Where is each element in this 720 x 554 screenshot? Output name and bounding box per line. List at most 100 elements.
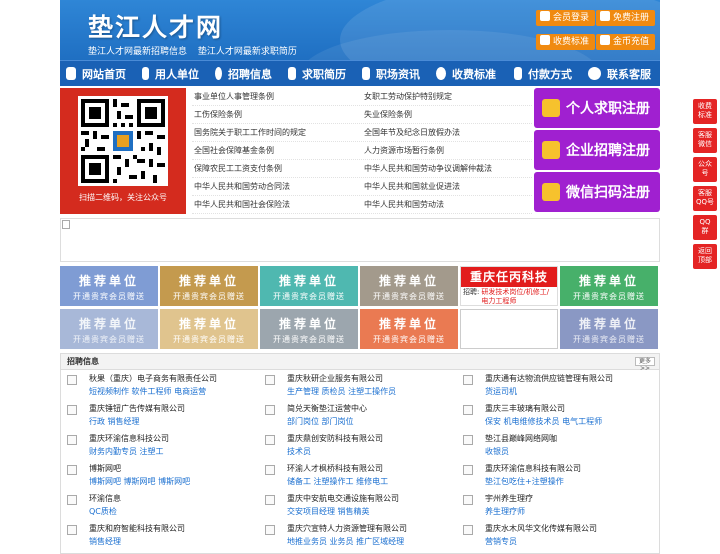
policy-link[interactable]: 女职工劳动保护特别规定 bbox=[362, 91, 532, 102]
policy-link[interactable]: 人力资源市场暂行条例 bbox=[362, 145, 532, 156]
recommended-slot[interactable]: 推荐单位 开通贵宾会员赠送 bbox=[360, 266, 458, 306]
job-listing-item[interactable]: 秋果（重庆）电子商务有限责任公司 短视频制作 软件工程师 电商运营 bbox=[65, 373, 263, 403]
policy-link[interactable]: 中华人民共和国社会保险法 bbox=[192, 199, 362, 210]
job-positions[interactable]: 货运司机 bbox=[485, 386, 659, 397]
job-positions[interactable]: 储备工 注塑操作工 维修电工 bbox=[287, 476, 461, 487]
tagline-latest-jobs[interactable]: 垫江人才网最新招聘信息 bbox=[88, 47, 187, 57]
empty-ad-slot[interactable] bbox=[460, 309, 558, 349]
company-name[interactable]: 秋果（重庆）电子商务有限责任公司 bbox=[89, 373, 263, 384]
nav-home[interactable]: 网站首页 bbox=[60, 61, 132, 87]
sidebar-button[interactable]: 返回 顶部 bbox=[693, 244, 717, 269]
job-positions[interactable]: 收银员 bbox=[485, 446, 659, 457]
job-listing-item[interactable]: 重庆环渝信息科技公司 财务内勤专员 注塑工 bbox=[65, 433, 263, 463]
job-listing-item[interactable]: 重庆秋研企业服务有限公司 生产管理 质检员 注塑工操作员 bbox=[263, 373, 461, 403]
policy-link[interactable]: 中华人民共和国就业促进法 bbox=[362, 181, 532, 192]
policy-link[interactable]: 中华人民共和国劳动争议调解仲裁法 bbox=[362, 163, 532, 174]
policy-link[interactable]: 全国年节及纪念日放假办法 bbox=[362, 127, 532, 138]
job-listing-item[interactable]: 宇州养生理疗 养生理疗师 bbox=[461, 493, 659, 523]
personal-register-button[interactable]: 个人求职注册 bbox=[534, 88, 660, 128]
sidebar-button[interactable]: 公众 号 bbox=[693, 157, 717, 182]
company-name[interactable]: 重庆秋研企业服务有限公司 bbox=[287, 373, 461, 384]
more-jobs-button[interactable]: 更多>> bbox=[635, 357, 655, 372]
policy-link[interactable]: 保障农民工工资支付条例 bbox=[192, 163, 362, 174]
job-listing-item[interactable]: 重庆锤钮广告传媒有限公司 行政 销售经理 bbox=[65, 403, 263, 433]
policy-link[interactable]: 国务院关于职工工作时间的规定 bbox=[192, 127, 362, 138]
tagline-latest-resumes[interactable]: 垫江人才网最新求职简历 bbox=[198, 47, 297, 57]
job-positions[interactable]: 销售经理 bbox=[89, 536, 263, 547]
company-name[interactable]: 重庆和府智能科技有限公司 bbox=[89, 523, 263, 534]
job-positions[interactable]: 短视频制作 软件工程师 电商运营 bbox=[89, 386, 263, 397]
job-listing-item[interactable]: 重庆和府智能科技有限公司 销售经理 bbox=[65, 523, 263, 553]
policy-link[interactable]: 全国社会保障基金条例 bbox=[192, 145, 362, 156]
free-register-button[interactable]: 免费注册 bbox=[596, 10, 656, 26]
fee-standard-button[interactable]: 收费标准 bbox=[536, 34, 596, 50]
company-name[interactable]: 宇州养生理疗 bbox=[485, 493, 659, 504]
job-positions[interactable]: 地推业务员 业务员 推广区域经理 bbox=[287, 536, 461, 547]
nav-payment[interactable]: 付款方式 bbox=[502, 61, 578, 87]
job-listing-item[interactable]: 重庆穴宣特人力资源管理有限公司 地推业务员 业务员 推广区域经理 bbox=[263, 523, 461, 553]
company-name[interactable]: 重庆环渝信息科技公司 bbox=[89, 433, 263, 444]
company-name[interactable]: 重庆鼎创安防科技有限公司 bbox=[287, 433, 461, 444]
policy-link[interactable]: 事业单位人事管理条例 bbox=[192, 91, 362, 102]
company-register-button[interactable]: 企业招聘注册 bbox=[534, 130, 660, 170]
job-positions[interactable]: 部门岗位 部门岗位 bbox=[287, 416, 461, 427]
policy-link[interactable]: 中华人民共和国劳动法 bbox=[362, 199, 532, 210]
job-positions[interactable]: QC质检 bbox=[89, 506, 263, 517]
company-name[interactable]: 重庆穴宣特人力资源管理有限公司 bbox=[287, 523, 461, 534]
job-positions[interactable]: 保安 机电维修技术员 电气工程师 bbox=[485, 416, 659, 427]
policy-link[interactable]: 失业保险条例 bbox=[362, 109, 532, 120]
recommended-slot[interactable]: 推荐单位 开通贵宾会员赠送 bbox=[260, 309, 358, 349]
wechat-register-button[interactable]: 微信扫码注册 bbox=[534, 172, 660, 212]
company-name[interactable]: 博斯网吧 bbox=[89, 463, 263, 474]
job-listing-item[interactable]: 重庆鼎创安防科技有限公司 技术员 bbox=[263, 433, 461, 463]
nav-employers[interactable]: 用人单位 bbox=[132, 61, 205, 87]
recommended-slot[interactable]: 推荐单位 开通贵宾会员赠送 bbox=[260, 266, 358, 306]
company-name[interactable]: 简兑天衡垫江运营中心 bbox=[287, 403, 461, 414]
job-positions[interactable]: 技术员 bbox=[287, 446, 461, 457]
job-listing-item[interactable]: 垫江县巅峰网络网咖 收银员 bbox=[461, 433, 659, 463]
job-positions[interactable]: 垫江包吃住+注塑操作 bbox=[485, 476, 659, 487]
company-name[interactable]: 重庆环渝信息科技有限公司 bbox=[485, 463, 659, 474]
ad-banner[interactable] bbox=[60, 218, 660, 262]
company-name[interactable]: 垫江县巅峰网络网咖 bbox=[485, 433, 659, 444]
nav-job-postings[interactable]: 招聘信息 bbox=[205, 61, 278, 87]
recommended-slot[interactable]: 推荐单位 开通贵宾会员赠送 bbox=[360, 309, 458, 349]
job-positions[interactable]: 营销专员 bbox=[485, 536, 659, 547]
job-listing-item[interactable]: 环渝信息 QC质检 bbox=[65, 493, 263, 523]
job-positions[interactable]: 行政 销售经理 bbox=[89, 416, 263, 427]
nav-contact[interactable]: 联系客服 bbox=[578, 61, 660, 87]
job-listing-item[interactable]: 简兑天衡垫江运营中心 部门岗位 部门岗位 bbox=[263, 403, 461, 433]
recommended-slot[interactable]: 推荐单位 开通贵宾会员赠送 bbox=[560, 266, 658, 306]
featured-company-ad[interactable]: 重庆任丙科技 招聘: 研发技术岗位/机修工/电力工程师 bbox=[460, 266, 558, 306]
job-listing-item[interactable]: 博斯网吧博斯网吧 博斯网吧 博斯网吧 bbox=[65, 463, 263, 493]
company-name[interactable]: 重庆三丰玻璃有限公司 bbox=[485, 403, 659, 414]
job-positions[interactable]: 养生理疗师 bbox=[485, 506, 659, 517]
job-positions[interactable]: 财务内勤专员 注塑工 bbox=[89, 446, 263, 457]
policy-link[interactable]: 中华人民共和国劳动合同法 bbox=[192, 181, 362, 192]
sidebar-button[interactable]: QQ 群 bbox=[693, 215, 717, 240]
sidebar-button[interactable]: 收费 标准 bbox=[693, 99, 717, 124]
recommended-slot[interactable]: 推荐单位 开通贵宾会员赠送 bbox=[60, 309, 158, 349]
job-positions[interactable]: 交安项目经理 销售精英 bbox=[287, 506, 461, 517]
member-login-button[interactable]: 会员登录 bbox=[536, 10, 596, 26]
nav-fee-standard[interactable]: 收费标准 bbox=[426, 61, 502, 87]
coin-recharge-button[interactable]: 金币充值 bbox=[596, 34, 656, 50]
job-positions[interactable]: 博斯网吧 博斯网吧 博斯网吧 bbox=[89, 476, 263, 487]
recommended-slot[interactable]: 推荐单位 开通贵宾会员赠送 bbox=[160, 266, 258, 306]
job-listing-item[interactable]: 重庆通有达物流供应链管理有限公司 货运司机 bbox=[461, 373, 659, 403]
recommended-slot[interactable]: 推荐单位 开通贵宾会员赠送 bbox=[160, 309, 258, 349]
company-name[interactable]: 重庆中安航电交通设施有限公司 bbox=[287, 493, 461, 504]
company-name[interactable]: 环渝人才枫桥科技有限公司 bbox=[287, 463, 461, 474]
company-name[interactable]: 重庆通有达物流供应链管理有限公司 bbox=[485, 373, 659, 384]
job-positions[interactable]: 生产管理 质检员 注塑工操作员 bbox=[287, 386, 461, 397]
company-name[interactable]: 重庆水木风华文化传媒有限公司 bbox=[485, 523, 659, 534]
nav-resumes[interactable]: 求职简历 bbox=[278, 61, 352, 87]
sidebar-button[interactable]: 客服 微信 bbox=[693, 128, 717, 153]
policy-link[interactable]: 工伤保险条例 bbox=[192, 109, 362, 120]
job-listing-item[interactable]: 重庆水木风华文化传媒有限公司 营销专员 bbox=[461, 523, 659, 553]
job-listing-item[interactable]: 重庆三丰玻璃有限公司 保安 机电维修技术员 电气工程师 bbox=[461, 403, 659, 433]
sidebar-button[interactable]: 客服 QQ号 bbox=[693, 186, 717, 211]
recommended-slot[interactable]: 推荐单位 开通贵宾会员赠送 bbox=[560, 309, 658, 349]
job-listing-item[interactable]: 重庆环渝信息科技有限公司 垫江包吃住+注塑操作 bbox=[461, 463, 659, 493]
company-name[interactable]: 重庆锤钮广告传媒有限公司 bbox=[89, 403, 263, 414]
